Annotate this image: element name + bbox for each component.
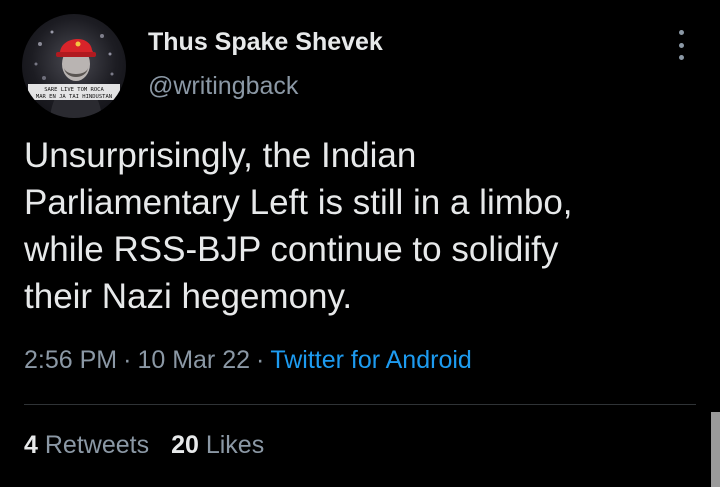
- likes-stat[interactable]: 20 Likes: [171, 431, 264, 459]
- tweet-meta: 2:56 PM · 10 Mar 22 · Twitter for Android: [24, 346, 472, 375]
- likes-label: Likes: [205, 431, 265, 459]
- scrollbar[interactable]: [711, 412, 720, 487]
- more-vertical-icon[interactable]: [670, 30, 692, 60]
- meta-separator: ·: [123, 346, 132, 374]
- more-dot: [678, 30, 684, 35]
- tweet-card: SARE LIVE TOM ROCA MAR EN JA TAI HINDUST…: [0, 0, 720, 487]
- tweet-text: Unsurprisingly, the Indian Parliamentary…: [24, 136, 573, 316]
- author-handle[interactable]: @writingback: [148, 72, 298, 101]
- retweets-stat[interactable]: 4 Retweets: [24, 431, 149, 459]
- more-dot: [678, 55, 684, 60]
- tweet-stats: 4 Retweets 20 Likes: [24, 431, 286, 460]
- divider: [24, 404, 696, 405]
- meta-separator: ·: [256, 346, 265, 374]
- tweet-time[interactable]: 2:56 PM: [24, 346, 117, 374]
- retweets-label: Retweets: [44, 431, 150, 459]
- svg-text:SARE LIVE TOM ROCA: SARE LIVE TOM ROCA: [44, 87, 104, 93]
- likes-count: 20: [171, 431, 199, 459]
- avatar-image: SARE LIVE TOM ROCA MAR EN JA TAI HINDUST…: [28, 30, 120, 118]
- tweet-source-link[interactable]: Twitter for Android: [270, 346, 471, 374]
- avatar[interactable]: SARE LIVE TOM ROCA MAR EN JA TAI HINDUST…: [22, 14, 126, 118]
- retweets-count: 4: [24, 431, 38, 459]
- author-display-name[interactable]: Thus Spake Shevek: [148, 28, 383, 57]
- more-dot: [678, 42, 684, 48]
- svg-text:MAR EN JA TAI HINDUSTAN: MAR EN JA TAI HINDUSTAN: [36, 94, 112, 100]
- tweet-date[interactable]: 10 Mar 22: [137, 346, 250, 374]
